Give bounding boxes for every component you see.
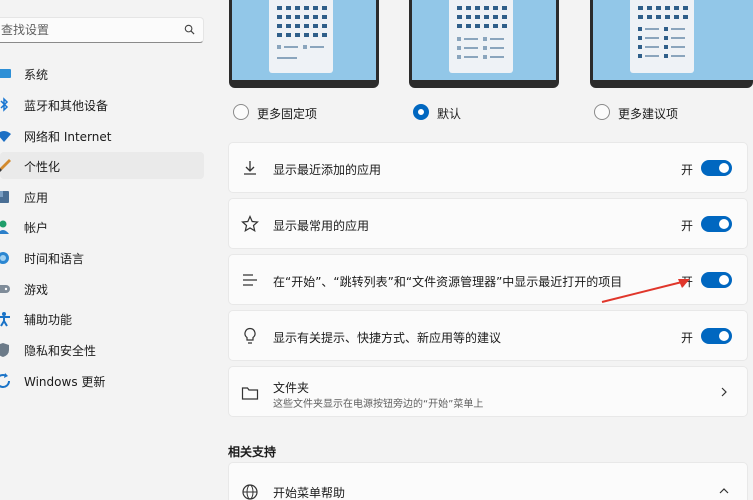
toggle-switch[interactable] (701, 216, 732, 232)
system-icon (0, 69, 11, 78)
bluetooth-icon (0, 97, 9, 112)
layout-preview-default[interactable] (409, 0, 559, 88)
sidebar: 系统 蓝牙和其他设备 网络和 Internet 个性化 应用 帐户 时间和语言 … (0, 0, 215, 500)
chevron-up-icon[interactable] (719, 486, 729, 496)
account-icon (0, 220, 9, 234)
setting-folders[interactable]: 文件夹 这些文件夹显示在电源按钮旁边的“开始”菜单上 (228, 366, 748, 417)
setting-description: 这些文件夹显示在电源按钮旁边的“开始”菜单上 (273, 399, 484, 410)
radio-label: 默认 (437, 107, 462, 121)
sidebar-item-privacy[interactable]: 隐私和安全性 (0, 336, 204, 363)
toggle-switch[interactable] (701, 328, 732, 344)
radio-button[interactable] (413, 104, 429, 120)
radio-button[interactable] (594, 104, 610, 120)
star-icon (241, 215, 259, 233)
preview-start-menu (630, 0, 694, 73)
brush-icon (0, 159, 11, 172)
sidebar-item-label: 应用 (24, 191, 49, 205)
toggle-switch[interactable] (701, 272, 732, 288)
toggle-switch[interactable] (701, 160, 732, 176)
sidebar-item-gaming[interactable]: 游戏 (0, 275, 204, 302)
sidebar-item-bluetooth[interactable]: 蓝牙和其他设备 (0, 91, 204, 118)
shield-icon (0, 343, 9, 357)
related-support-heading: 相关支持 (228, 445, 277, 459)
radio-label: 更多建议项 (618, 107, 679, 121)
chevron-right-icon (721, 387, 727, 397)
sidebar-item-label: 个性化 (24, 160, 61, 174)
globe-clock-icon (0, 252, 9, 264)
sidebar-item-label: 时间和语言 (24, 252, 85, 266)
sidebar-item-label: 辅助功能 (24, 313, 73, 327)
toggle-state-label: 开 (681, 163, 694, 177)
sidebar-item-personalization[interactable]: 个性化 (0, 152, 204, 179)
sidebar-item-accessibility[interactable]: 辅助功能 (0, 305, 204, 332)
setting-label: 在“开始”、“跳转列表”和“文件资源管理器”中显示最近打开的项目 (273, 275, 623, 289)
setting-suggestions: 显示有关提示、快捷方式、新应用等的建议 开 (228, 310, 748, 361)
lightbulb-icon (244, 327, 256, 344)
layout-preview-more-pins[interactable] (229, 0, 379, 88)
preview-start-menu (269, 0, 333, 73)
radio-label: 更多固定项 (257, 107, 318, 121)
update-icon (0, 373, 10, 388)
setting-recently-added-apps: 显示最近添加的应用 开 (228, 142, 748, 193)
gamepad-icon (0, 285, 10, 293)
preview-start-menu (449, 0, 513, 73)
sidebar-item-apps[interactable]: 应用 (0, 183, 204, 210)
search-icon[interactable] (184, 24, 195, 35)
sidebar-item-label: 系统 (24, 68, 49, 82)
sidebar-item-label: 网络和 Internet (24, 130, 112, 144)
help-label: 开始菜单帮助 (273, 486, 346, 500)
sidebar-item-label: 游戏 (24, 283, 49, 297)
download-icon (244, 161, 256, 175)
wifi-icon (0, 131, 11, 142)
radio-button[interactable] (233, 104, 249, 120)
toggle-state-label: 开 (681, 219, 694, 233)
sidebar-item-system[interactable]: 系统 (0, 60, 204, 87)
sidebar-item-label: 隐私和安全性 (24, 344, 97, 358)
apps-icon (0, 191, 9, 203)
accessibility-icon (0, 312, 10, 327)
setting-label: 显示最常用的应用 (273, 219, 370, 233)
sidebar-item-time-language[interactable]: 时间和语言 (0, 244, 204, 271)
sidebar-item-label: 帐户 (24, 221, 49, 235)
sidebar-item-network[interactable]: 网络和 Internet (0, 122, 204, 149)
setting-label: 显示有关提示、快捷方式、新应用等的建议 (273, 331, 502, 345)
list-icon (243, 274, 257, 286)
folder-icon (241, 387, 259, 400)
start-menu-help[interactable]: 开始菜单帮助 (228, 462, 748, 500)
search-box[interactable] (0, 17, 204, 43)
toggle-state-label: 开 (681, 275, 694, 289)
setting-label: 显示最近添加的应用 (273, 163, 382, 177)
search-input[interactable] (0, 18, 175, 42)
setting-label: 文件夹 (273, 381, 310, 395)
sidebar-item-accounts[interactable]: 帐户 (0, 213, 204, 240)
layout-preview-more-recommendations[interactable] (590, 0, 753, 88)
sidebar-item-label: 蓝牙和其他设备 (24, 99, 109, 113)
sidebar-item-label: Windows 更新 (24, 375, 106, 389)
globe-icon (242, 484, 258, 500)
setting-most-used-apps: 显示最常用的应用 开 (228, 198, 748, 249)
toggle-state-label: 开 (681, 331, 694, 345)
sidebar-item-windows-update[interactable]: Windows 更新 (0, 367, 204, 394)
setting-recently-opened-items: 在“开始”、“跳转列表”和“文件资源管理器”中显示最近打开的项目 开 (228, 254, 748, 305)
